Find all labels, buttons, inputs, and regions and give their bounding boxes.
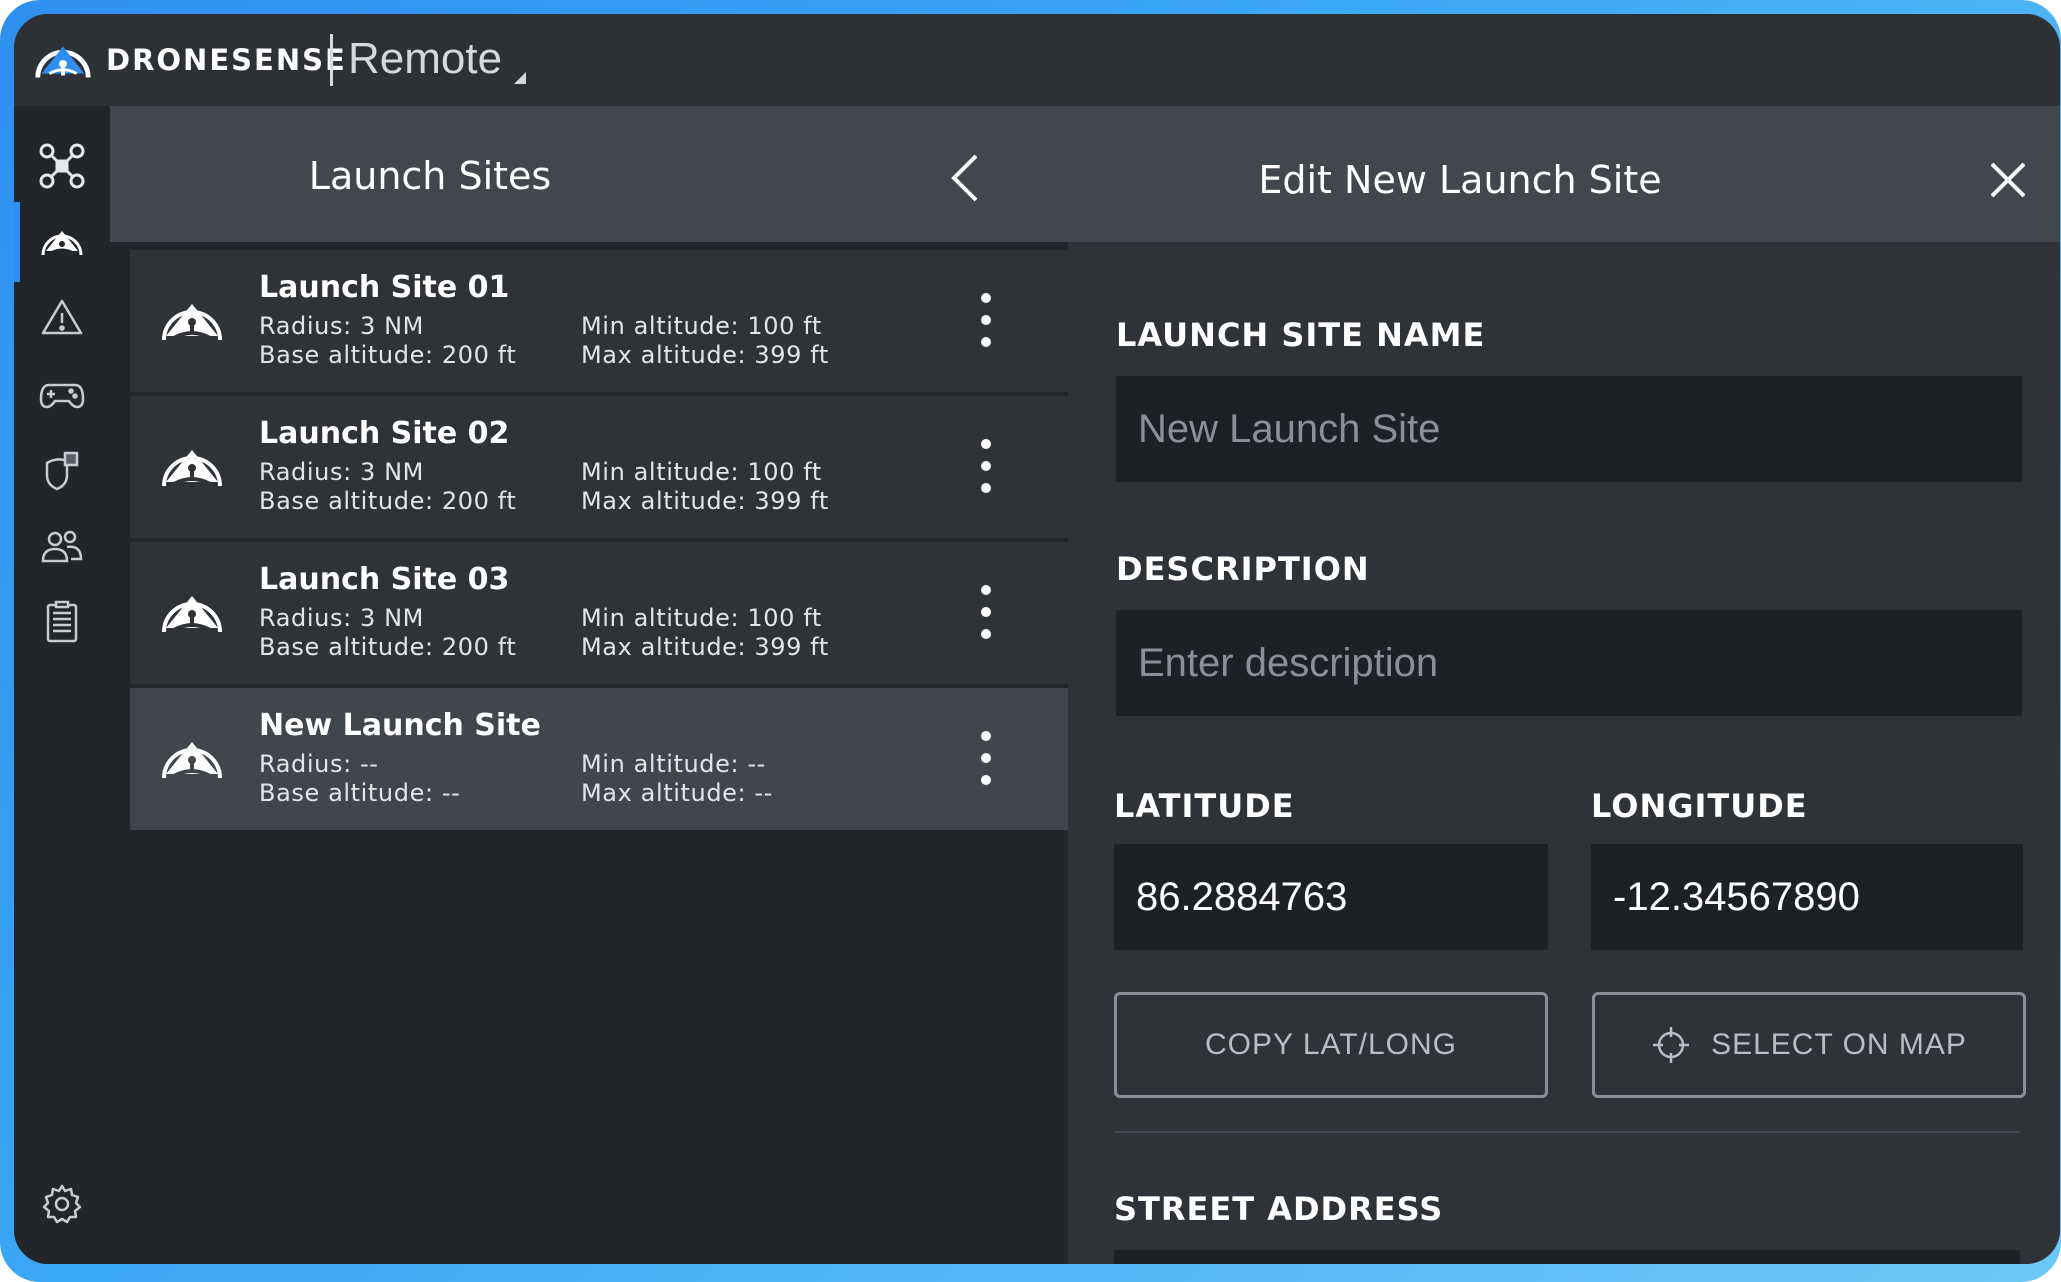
site-radius: Radius: 3 NM [259, 312, 424, 340]
dronesense-logo-icon [35, 46, 91, 78]
more-options-icon[interactable] [976, 290, 996, 350]
alert-icon [41, 299, 83, 335]
site-name: Launch Site 01 [259, 270, 510, 305]
nav-settings[interactable] [14, 1164, 110, 1244]
site-min-altitude: Min altitude: -- [581, 750, 766, 778]
close-icon[interactable] [1988, 160, 2028, 200]
site-base-altitude: Base altitude: -- [259, 779, 461, 807]
crosshair-icon [1653, 1027, 1690, 1063]
edit-header: Edit New Launch Site [1068, 106, 2060, 242]
site-max-altitude: Max altitude: -- [581, 779, 773, 807]
longitude-input[interactable] [1591, 844, 2023, 950]
launch-site-name-input[interactable] [1116, 376, 2022, 482]
more-options-icon[interactable] [976, 582, 996, 642]
nav-alerts[interactable] [14, 278, 110, 358]
site-radius: Radius: 3 NM [259, 604, 424, 632]
more-options-icon[interactable] [976, 436, 996, 496]
gamepad-icon [39, 383, 85, 409]
nav-drones[interactable] [14, 126, 110, 206]
site-min-altitude: Min altitude: 100 ft [581, 604, 822, 632]
users-icon [41, 530, 83, 563]
nav-users[interactable] [14, 506, 110, 586]
launch-site-row-selected[interactable]: New Launch Site Radius: -- Base altitude… [130, 688, 1068, 830]
site-name: New Launch Site [259, 708, 541, 743]
launch-sites-panel: Launch Sites Launch Site 01 Radius: 3 NM… [110, 106, 1068, 1264]
site-base-altitude: Base altitude: 200 ft [259, 633, 517, 661]
description-input[interactable] [1116, 610, 2022, 716]
launch-site-icon [41, 231, 83, 256]
document-icon [46, 600, 78, 643]
site-max-altitude: Max altitude: 399 ft [581, 487, 829, 515]
launch-site-name-label: LAUNCH SITE NAME [1116, 316, 1486, 354]
site-name: Launch Site 02 [259, 416, 510, 451]
nav-security[interactable] [14, 430, 110, 510]
top-bar: DRONESENSE Remote [14, 14, 2060, 106]
nav-launch-sites[interactable] [14, 202, 110, 282]
drone-icon [39, 143, 85, 189]
site-max-altitude: Max altitude: 399 ft [581, 341, 829, 369]
nav-logs[interactable] [14, 582, 110, 662]
launch-site-icon [162, 304, 222, 341]
launch-site-row[interactable]: Launch Site 01 Radius: 3 NM Base altitud… [130, 250, 1068, 392]
launch-site-row[interactable]: Launch Site 02 Radius: 3 NM Base altitud… [130, 396, 1068, 538]
shield-badge-icon [45, 451, 79, 491]
launch-site-icon [162, 450, 222, 487]
brand-divider [330, 34, 333, 86]
latitude-label: LATITUDE [1114, 787, 1295, 825]
app-name[interactable]: Remote [348, 34, 502, 84]
nav-controller[interactable] [14, 354, 110, 434]
brand-name: DRONESENSE [106, 43, 347, 77]
street-address-label: STREET ADDRESS [1114, 1190, 1444, 1228]
app-switcher-caret-icon[interactable] [514, 72, 526, 84]
latitude-input[interactable] [1114, 844, 1548, 950]
launch-sites-title: Launch Sites [308, 154, 552, 198]
site-name: Launch Site 03 [259, 562, 510, 597]
launch-site-row[interactable]: Launch Site 03 Radius: 3 NM Base altitud… [130, 542, 1068, 684]
site-radius: Radius: 3 NM [259, 458, 424, 486]
gear-icon [42, 1184, 82, 1224]
app-window: DRONESENSE Remote Launch Sites Launch Si… [14, 14, 2060, 1264]
select-on-map-label: SELECT ON MAP [1711, 1028, 1967, 1061]
description-label: DESCRIPTION [1116, 550, 1370, 588]
side-nav [14, 106, 110, 1264]
select-on-map-button[interactable]: SELECT ON MAP [1592, 992, 2026, 1098]
launch-site-icon [162, 596, 222, 633]
longitude-label: LONGITUDE [1591, 787, 1808, 825]
site-max-altitude: Max altitude: 399 ft [581, 633, 829, 661]
section-divider [1114, 1131, 2020, 1133]
collapse-chevron-left-icon[interactable] [940, 148, 992, 208]
site-base-altitude: Base altitude: 200 ft [259, 341, 517, 369]
launch-site-icon [162, 742, 222, 779]
site-base-altitude: Base altitude: 200 ft [259, 487, 517, 515]
site-min-altitude: Min altitude: 100 ft [581, 458, 822, 486]
copy-lat-long-label: COPY LAT/LONG [1205, 1028, 1457, 1061]
more-options-icon[interactable] [976, 728, 996, 788]
site-radius: Radius: -- [259, 750, 379, 778]
site-min-altitude: Min altitude: 100 ft [581, 312, 822, 340]
street-address-input[interactable] [1114, 1250, 2020, 1264]
edit-launch-site-panel: Edit New Launch Site LAUNCH SITE NAME DE… [1068, 106, 2060, 1264]
copy-lat-long-button[interactable]: COPY LAT/LONG [1114, 992, 1548, 1098]
edit-title: Edit New Launch Site [1258, 158, 1662, 202]
launch-sites-header: Launch Sites [110, 106, 1068, 242]
